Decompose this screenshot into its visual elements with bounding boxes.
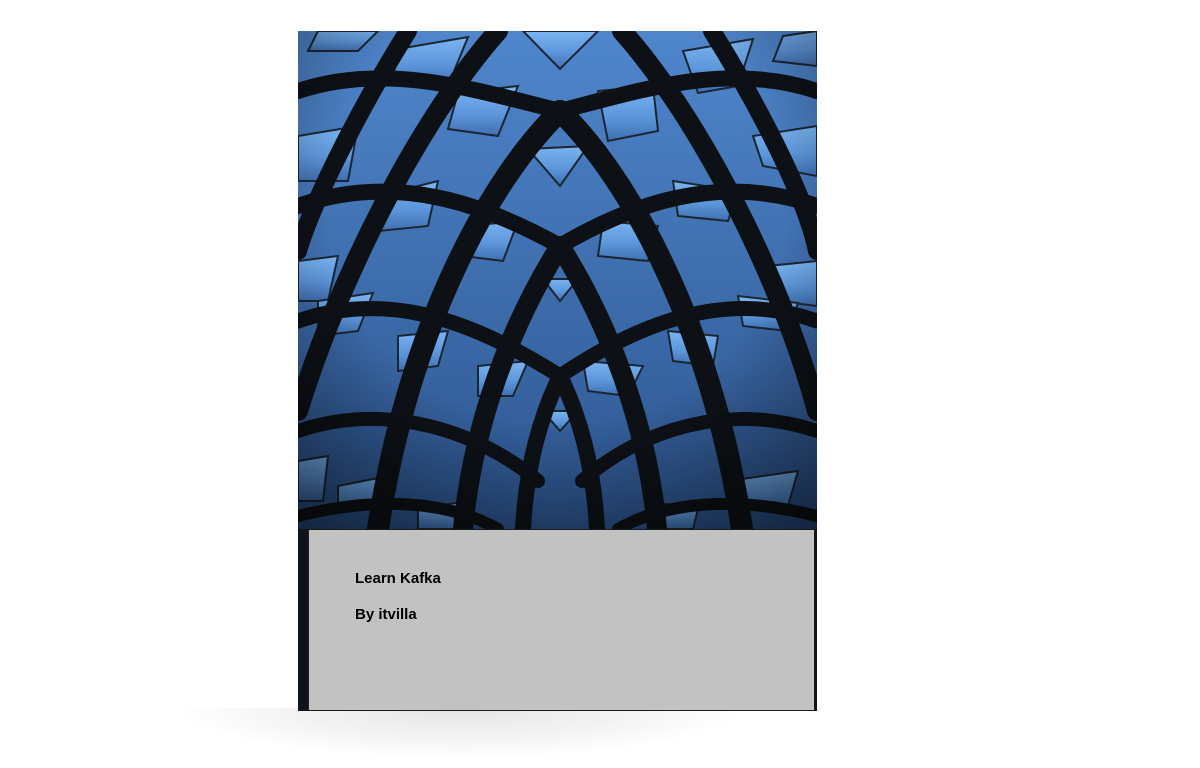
book-preview-stage: Learn Kafka By itvilla [0,0,1200,768]
book-title: Learn Kafka [355,570,441,587]
cover-image [298,31,817,529]
title-panel: Learn Kafka By itvilla [308,529,815,711]
cover-shadow [180,708,740,758]
book-cover[interactable]: Learn Kafka By itvilla [298,31,817,711]
book-author: By itvilla [355,606,417,623]
